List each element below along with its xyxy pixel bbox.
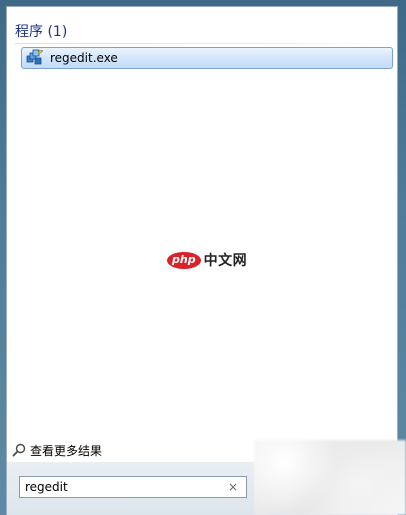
see-more-results-link[interactable]: 查看更多结果: [12, 440, 102, 460]
blurred-region: [254, 440, 406, 515]
see-more-label: 查看更多结果: [30, 443, 103, 458]
section-divider: [15, 43, 391, 44]
php-watermark: php 中文网: [167, 250, 247, 270]
search-input[interactable]: [25, 478, 215, 496]
search-box[interactable]: ×: [19, 476, 247, 498]
result-item-label: regedit.exe: [50, 51, 118, 65]
result-item-regedit[interactable]: regedit.exe: [21, 47, 393, 69]
php-logo-badge: php: [167, 251, 201, 269]
search-icon: [12, 443, 26, 457]
search-results-panel: 程序 (1) regedit.exe php 中文网: [6, 6, 398, 462]
clear-search-button[interactable]: ×: [226, 479, 240, 495]
start-menu: 程序 (1) regedit.exe php 中文网 查看更多结果 regedi…: [0, 0, 406, 515]
php-logo-text: 中文网: [203, 253, 248, 269]
section-header-programs: 程序 (1): [15, 24, 68, 40]
regedit-icon: [26, 49, 44, 67]
